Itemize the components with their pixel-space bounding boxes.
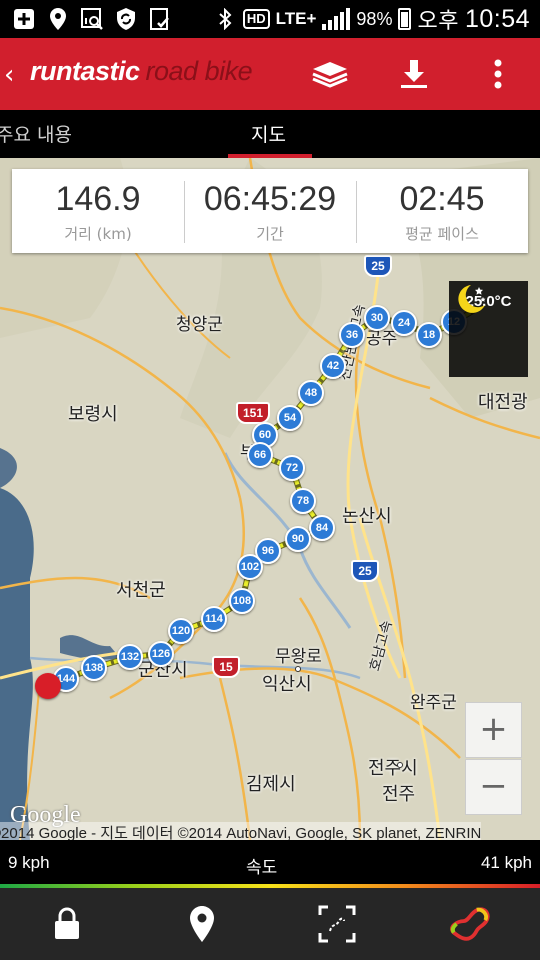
- km-marker[interactable]: 18: [416, 322, 442, 348]
- km-marker[interactable]: 72: [279, 455, 305, 481]
- km-marker[interactable]: 108: [229, 588, 255, 614]
- stat-pace-value: 02:45: [399, 180, 485, 218]
- search-chart-icon: [80, 7, 104, 31]
- hd-voice-badge: HD: [242, 9, 270, 29]
- km-marker[interactable]: 114: [201, 606, 227, 632]
- battery-icon: [398, 8, 412, 30]
- zoom-out-button[interactable]: −: [465, 759, 522, 815]
- km-marker[interactable]: 36: [339, 322, 365, 348]
- stat-duration-label: 기간: [256, 225, 284, 243]
- km-marker[interactable]: 102: [237, 554, 263, 580]
- zoom-in-button[interactable]: +: [465, 702, 522, 758]
- map-view[interactable]: 청양군 보령시 대전광 논산시 서천군 군산시 무왕로 익산시 완주군 김제시 …: [0, 158, 540, 840]
- route-path: [47, 306, 480, 688]
- km-marker[interactable]: 90: [285, 526, 311, 552]
- speed-min: 9 kph: [8, 853, 50, 872]
- system-icons: HD LTE+ 98% 오후 10:54: [213, 0, 530, 38]
- layers-icon[interactable]: [310, 56, 350, 92]
- lock-icon[interactable]: [45, 902, 89, 946]
- battery-percent: 98%: [356, 8, 393, 29]
- map-copyright: ©2014 Google - 지도 데이터 ©2014 AutoNavi, Go…: [0, 822, 482, 840]
- app-brand[interactable]: runtastic road bike: [30, 56, 253, 87]
- brand-main: runtastic: [30, 56, 140, 86]
- stat-distance-value: 146.9: [55, 180, 141, 218]
- speed-label: 속도: [246, 858, 278, 878]
- place-boryeong: 보령시: [68, 404, 118, 425]
- overflow-menu-icon[interactable]: [478, 56, 518, 92]
- map-pin-icon[interactable]: [180, 902, 224, 946]
- highway-shield: 15: [212, 656, 240, 678]
- km-marker[interactable]: 24: [391, 310, 417, 336]
- shield-refresh-icon: [114, 7, 138, 31]
- clock-time: 10:54: [464, 4, 530, 33]
- highway-shield: 25: [364, 255, 392, 277]
- place-wanju: 완주군: [410, 693, 457, 713]
- notification-icons: [0, 7, 172, 31]
- km-marker[interactable]: 138: [81, 655, 107, 681]
- stat-duration: 06:45:29 기간: [184, 169, 356, 253]
- add-box-icon: [12, 7, 36, 31]
- stat-pace: 02:45 평균 페이스: [356, 169, 528, 253]
- highway-shield: 151: [236, 402, 270, 424]
- place-seocheon: 서천군: [116, 580, 166, 601]
- km-marker[interactable]: 84: [309, 515, 335, 541]
- tab-highlights[interactable]: 주요 내용: [0, 120, 72, 147]
- km-marker[interactable]: 48: [298, 380, 324, 406]
- stat-duration-value: 06:45:29: [203, 180, 337, 218]
- brand-sub: road bike: [145, 56, 253, 86]
- km-marker[interactable]: 42: [320, 353, 346, 379]
- status-bar: HD LTE+ 98% 오후 10:54: [0, 0, 540, 38]
- place-nonsan: 논산시: [342, 506, 392, 527]
- place-jeonju: 전주: [382, 784, 416, 805]
- bluetooth-icon: [213, 7, 237, 31]
- fit-route-icon[interactable]: [315, 902, 359, 946]
- download-icon[interactable]: [394, 56, 434, 92]
- speed-max: 41 kph: [480, 853, 532, 872]
- place-gimje: 김제시: [246, 774, 296, 795]
- route-shape-icon[interactable]: [448, 902, 492, 946]
- place-jeonju-city: 전주시: [368, 758, 418, 779]
- tab-bar: 주요 내용 지도: [0, 110, 540, 158]
- signal-strength-icon: [322, 8, 351, 30]
- location-pin-icon: [46, 7, 70, 31]
- speed-legend: 9 kph 속도 41 kph: [0, 840, 540, 888]
- place-cheongyang: 청양군: [176, 315, 223, 335]
- place-daejeon: 대전광: [478, 392, 528, 413]
- weather-widget[interactable]: 25.0°C: [449, 281, 528, 377]
- km-marker[interactable]: 126: [148, 641, 174, 667]
- tab-map[interactable]: 지도: [251, 120, 286, 147]
- stat-distance: 146.9 거리 (km): [12, 169, 184, 253]
- app-bar: ‹ runtastic road bike: [0, 38, 540, 110]
- network-type: LTE+: [275, 9, 317, 28]
- stat-distance-label: 거리 (km): [64, 225, 132, 243]
- back-chevron-icon[interactable]: ‹: [4, 60, 14, 90]
- km-marker[interactable]: 54: [277, 405, 303, 431]
- stat-pace-label: 평균 페이스: [405, 225, 479, 243]
- activity-stats-card: 146.9 거리 (km) 06:45:29 기간 02:45 평균 페이스: [12, 169, 528, 253]
- km-marker[interactable]: 30: [364, 305, 390, 331]
- place-iksan: 익산시: [262, 674, 312, 695]
- km-marker[interactable]: 66: [247, 442, 273, 468]
- km-marker[interactable]: 120: [168, 618, 194, 644]
- route-line: [46, 305, 480, 689]
- clock-ampm: 오후: [417, 9, 459, 34]
- place-muwangro: 무왕로: [275, 647, 322, 667]
- clipboard-check-icon: [148, 7, 172, 31]
- route-outline: [46, 305, 480, 689]
- km-marker[interactable]: 132: [117, 644, 143, 670]
- highway-shield: 25: [351, 560, 379, 582]
- bottom-toolbar: [0, 888, 540, 960]
- place-jeonju-dot: [397, 762, 403, 768]
- route-start-marker[interactable]: [35, 673, 61, 699]
- km-marker[interactable]: 78: [290, 488, 316, 514]
